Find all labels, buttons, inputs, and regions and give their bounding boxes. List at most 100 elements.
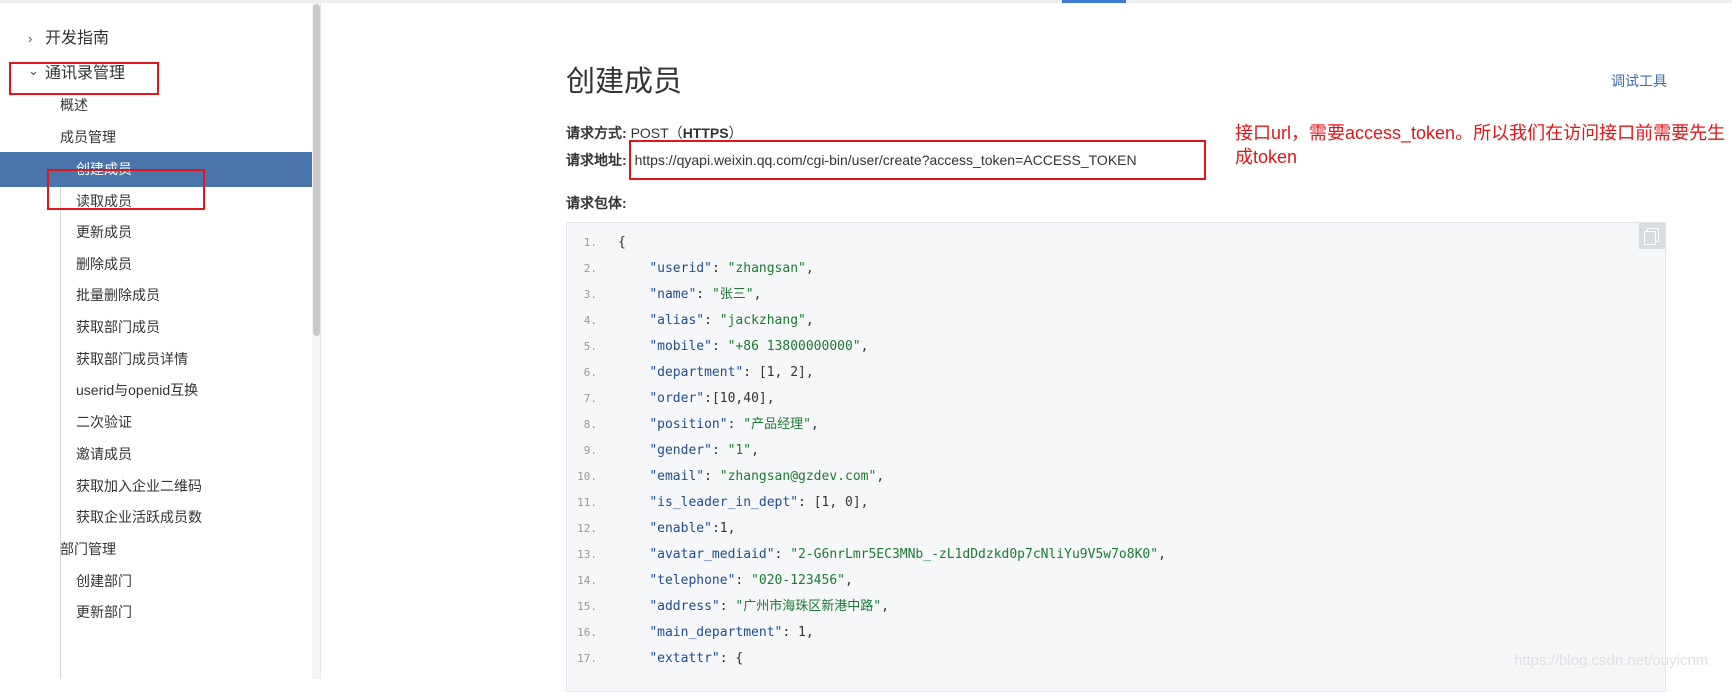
code-line: 4. "alias": "jackzhang", [567, 308, 814, 334]
sidebar-scrollbar-thumb[interactable] [313, 4, 320, 336]
code-key: "name" [649, 287, 697, 302]
code-value: "020-123456" [751, 573, 845, 588]
code-separator: : [711, 261, 728, 276]
sidebar-item-get-dept-member-details[interactable]: 获取部门成员详情 [0, 342, 188, 377]
code-tail: , [753, 287, 762, 302]
sidebar-item-label: 二次验证 [76, 414, 132, 430]
code-separator: : [798, 495, 814, 510]
sidebar-item-active-member-count[interactable]: 获取企业活跃成员数 [0, 500, 202, 535]
code-separator: : [727, 417, 744, 432]
line-number: 13. [577, 548, 597, 561]
code-tail: , [844, 573, 853, 588]
code-line: 7. "order":[10,40], [567, 386, 775, 412]
sidebar-item-get-dept-members[interactable]: 获取部门成员 [0, 310, 160, 345]
line-number: 5. [583, 340, 597, 353]
code-value: "zhangsan@gzdev.com" [719, 469, 877, 484]
code-value: [1, 2] [758, 365, 806, 380]
sidebar-item-userid-openid[interactable]: userid与openid互换 [0, 373, 198, 408]
code-key: "enable" [649, 521, 712, 536]
sidebar-item-join-qrcode[interactable]: 获取加入企业二维码 [0, 469, 202, 504]
sidebar-item-label: 更新成员 [76, 224, 132, 240]
code-line: 8. "position": "产品经理", [567, 412, 819, 438]
code-tail: , [860, 339, 869, 354]
request-method-label: 请求方式: [566, 125, 627, 141]
sidebar-item-update-dept[interactable]: 更新部门 [0, 595, 132, 630]
code-value: "产品经理" [743, 417, 811, 432]
sidebar-item-label: 部门管理 [60, 541, 116, 557]
code-value: "zhangsan" [727, 261, 806, 276]
code-key: "alias" [649, 313, 705, 328]
sidebar-item-update-member[interactable]: 更新成员 [0, 215, 132, 250]
code-tail: , [805, 261, 814, 276]
code-tail: , [766, 391, 775, 406]
request-body-label: 请求包体: [566, 195, 627, 211]
line-number: 10. [577, 470, 597, 483]
code-value: { [735, 651, 744, 666]
sidebar-item-batch-delete-member[interactable]: 批量删除成员 [0, 278, 160, 313]
request-body-row: 请求包体: [566, 193, 627, 213]
code-line: 3. "name": "张三", [567, 282, 762, 308]
sidebar-item-invite-member[interactable]: 邀请成员 [0, 437, 132, 472]
code-tail: , [751, 443, 759, 458]
code-separator: : [782, 625, 799, 640]
main-content: 创建成员 调试工具 请求方式: POST（HTTPS） 请求地址: https:… [321, 3, 1732, 692]
code-line: 17. "extattr": { [567, 646, 743, 672]
debug-tool-link[interactable]: 调试工具 [1611, 71, 1667, 91]
highlight-box-url [629, 140, 1206, 180]
code-value: "+86 13800000000" [727, 339, 861, 354]
sidebar-item-two-factor[interactable]: 二次验证 [0, 405, 132, 440]
code-block: 1.{2. "userid": "zhangsan", 3. "name": "张… [566, 222, 1666, 692]
code-separator: : [711, 443, 728, 458]
line-number: 7. [583, 392, 597, 405]
code-line: 13. "avatar_mediaid": "2-G6nrLmr5EC3MNb_… [567, 542, 1166, 568]
code-separator: : [711, 521, 720, 536]
code-value: [10,40] [711, 391, 767, 406]
line-number: 16. [577, 626, 597, 639]
code-value: 1 [719, 521, 728, 536]
code-line: 10. "email": "zhangsan@gzdev.com", [567, 464, 884, 490]
code-tail: , [805, 313, 814, 328]
sidebar-item-create-dept[interactable]: 创建部门 [0, 564, 132, 599]
code-separator: : [704, 391, 712, 406]
code-value: 1 [798, 625, 806, 640]
code-key: "order" [649, 391, 705, 406]
highlight-box-contacts [9, 62, 159, 95]
code-key: "userid" [649, 261, 712, 276]
sidebar-item-delete-member[interactable]: 删除成员 [0, 247, 132, 282]
code-tail: , [1158, 547, 1166, 562]
code-value: "jackzhang" [719, 313, 806, 328]
sidebar-item-dev-guide[interactable]: › 开发指南 [0, 21, 109, 56]
sidebar-item-member-management[interactable]: 成员管理 [0, 120, 116, 155]
code-key: "department" [649, 365, 744, 380]
line-number: 9. [583, 444, 597, 457]
line-number: 17. [577, 652, 597, 665]
sidebar-item-label: 创建部门 [76, 573, 132, 589]
line-number: 3. [583, 288, 597, 301]
sidebar-nav: › 开发指南 ⌄ 通讯录管理 概述 成员管理 创建成员 读取成员 更新成员 删除… [0, 3, 312, 679]
code-tail: , [881, 599, 889, 614]
page-title: 创建成员 [566, 66, 683, 98]
sidebar-item-label: 更新部门 [76, 604, 132, 620]
sidebar-item-dept-management[interactable]: 部门管理 [0, 532, 116, 567]
code-key: "telephone" [649, 573, 736, 588]
sidebar-item-label: 成员管理 [60, 129, 116, 145]
copy-icon[interactable] [1639, 223, 1665, 249]
highlight-box-create-member [47, 169, 205, 210]
code-key: "gender" [649, 443, 712, 458]
request-method-value: POST（HTTPS） [630, 125, 743, 141]
code-line: 6. "department": [1, 2], [567, 360, 814, 386]
code-key: "position" [649, 417, 728, 432]
code-value: { [618, 235, 626, 250]
request-url-label: 请求地址: [566, 152, 627, 168]
